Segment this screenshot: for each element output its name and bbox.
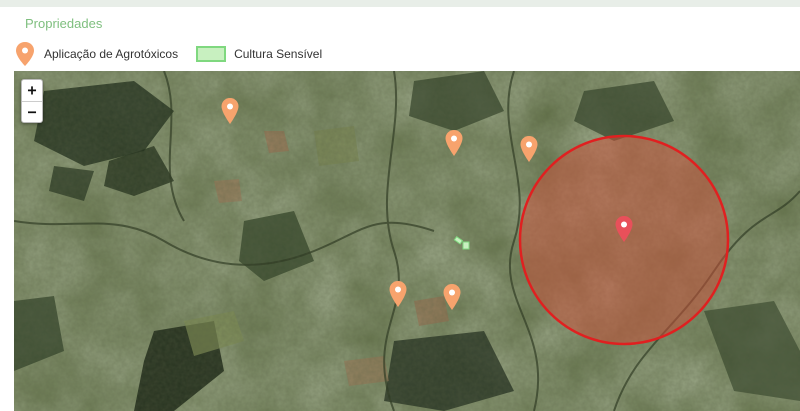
sensitive-crop-swatch (196, 46, 227, 62)
zoom-out-button[interactable]: − (22, 101, 42, 122)
map-legend: Aplicação de Agrotóxicos Cultura Sensíve… (14, 40, 322, 68)
satellite-imagery (14, 71, 800, 411)
map-marker[interactable] (220, 97, 240, 125)
pin-icon (520, 136, 538, 162)
pin-icon (615, 216, 633, 242)
selected-map-marker[interactable] (614, 215, 634, 243)
pin-icon (389, 281, 407, 307)
zoom-control: + − (21, 79, 43, 123)
top-divider (0, 0, 800, 7)
pin-icon (221, 98, 239, 124)
pin-icon (445, 130, 463, 156)
legend-sensitive-label: Cultura Sensível (234, 47, 323, 61)
properties-panel: Propriedades Aplicação de Agrotóxicos Cu… (0, 0, 800, 411)
map-marker[interactable] (519, 135, 539, 163)
legend-pesticide-label: Aplicação de Agrotóxicos (44, 47, 179, 61)
zoom-in-button[interactable]: + (22, 80, 42, 101)
pesticide-pin-icon (14, 41, 36, 67)
satellite-map[interactable]: + − (14, 71, 800, 411)
pin-icon (443, 284, 461, 310)
panel-title: Propriedades (25, 16, 103, 31)
map-marker[interactable] (444, 129, 464, 157)
map-marker[interactable] (388, 280, 408, 308)
map-marker[interactable] (442, 283, 462, 311)
